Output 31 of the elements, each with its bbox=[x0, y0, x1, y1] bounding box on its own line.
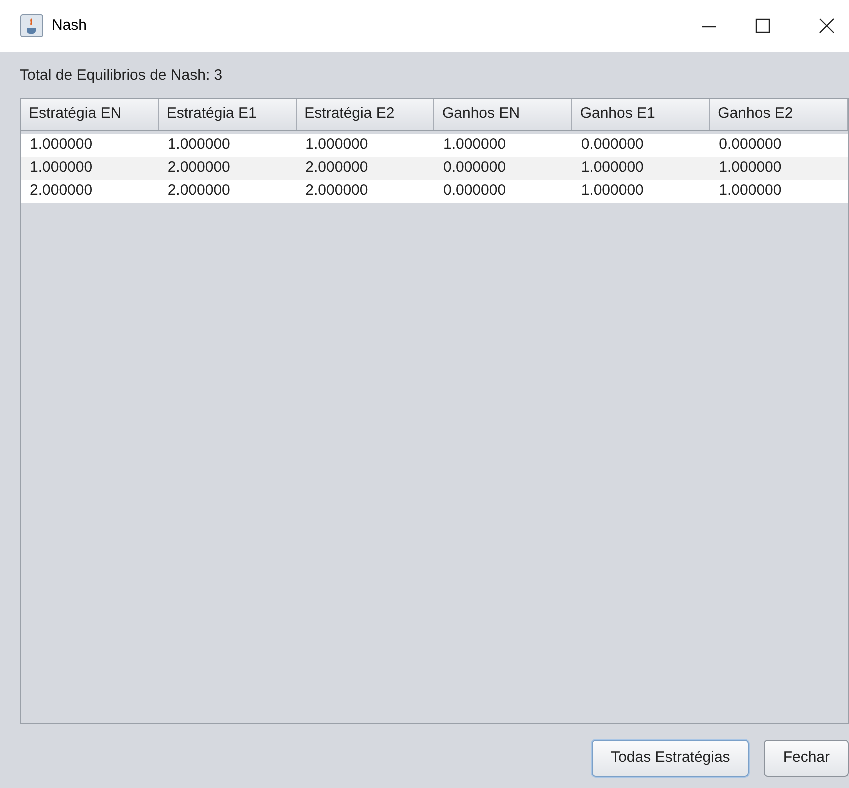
maximize-icon[interactable] bbox=[755, 18, 771, 34]
table-cell-text: 2.000000 bbox=[29, 181, 94, 202]
cup-icon bbox=[20, 14, 44, 38]
column-header[interactable]: Ganhos EN bbox=[434, 99, 572, 130]
table-cell-text: 1.000000 bbox=[580, 181, 645, 202]
table-cell-text: 1.000000 bbox=[29, 158, 94, 178]
column-header[interactable]: Estratégia EN bbox=[21, 99, 159, 130]
table-cell-text: 1.000000 bbox=[442, 135, 508, 156]
close-icon[interactable] bbox=[819, 18, 835, 34]
equilibria-count: Total de Equilibrios de Nash: 3 bbox=[20, 67, 223, 84]
table-cell-text: 1.000000 bbox=[718, 158, 783, 178]
table-cell-text: 0.000000 bbox=[580, 135, 645, 156]
table-cell-text: 1.000000 bbox=[304, 135, 370, 156]
table-cell-text: 1.000000 bbox=[29, 135, 94, 156]
column-header[interactable]: Estratégia E1 bbox=[158, 99, 297, 130]
table-cell-text: 1.000000 bbox=[580, 158, 645, 178]
column-header[interactable]: Ganhos E2 bbox=[710, 99, 848, 130]
column-header[interactable]: Estratégia E2 bbox=[296, 99, 434, 130]
table-cell-text: 0.000000 bbox=[442, 158, 508, 178]
table-cell-text: 1.000000 bbox=[166, 135, 232, 156]
table-cell-text: 2.000000 bbox=[304, 158, 370, 178]
table-cell-text: 2.000000 bbox=[304, 181, 370, 202]
window-title: Nash bbox=[52, 16, 88, 36]
dialog-button[interactable]: Fechar bbox=[764, 740, 849, 777]
table-cell-text: 0.000000 bbox=[442, 181, 508, 202]
table-cell-text: 1.000000 bbox=[718, 181, 783, 202]
table-cell-text: 2.000000 bbox=[166, 158, 232, 178]
table-cell-text: 0.000000 bbox=[718, 135, 783, 156]
column-header[interactable]: Ganhos E1 bbox=[572, 99, 710, 130]
dialog-button[interactable]: Todas Estratégias bbox=[592, 740, 750, 777]
table-cell-text: 2.000000 bbox=[166, 181, 232, 202]
